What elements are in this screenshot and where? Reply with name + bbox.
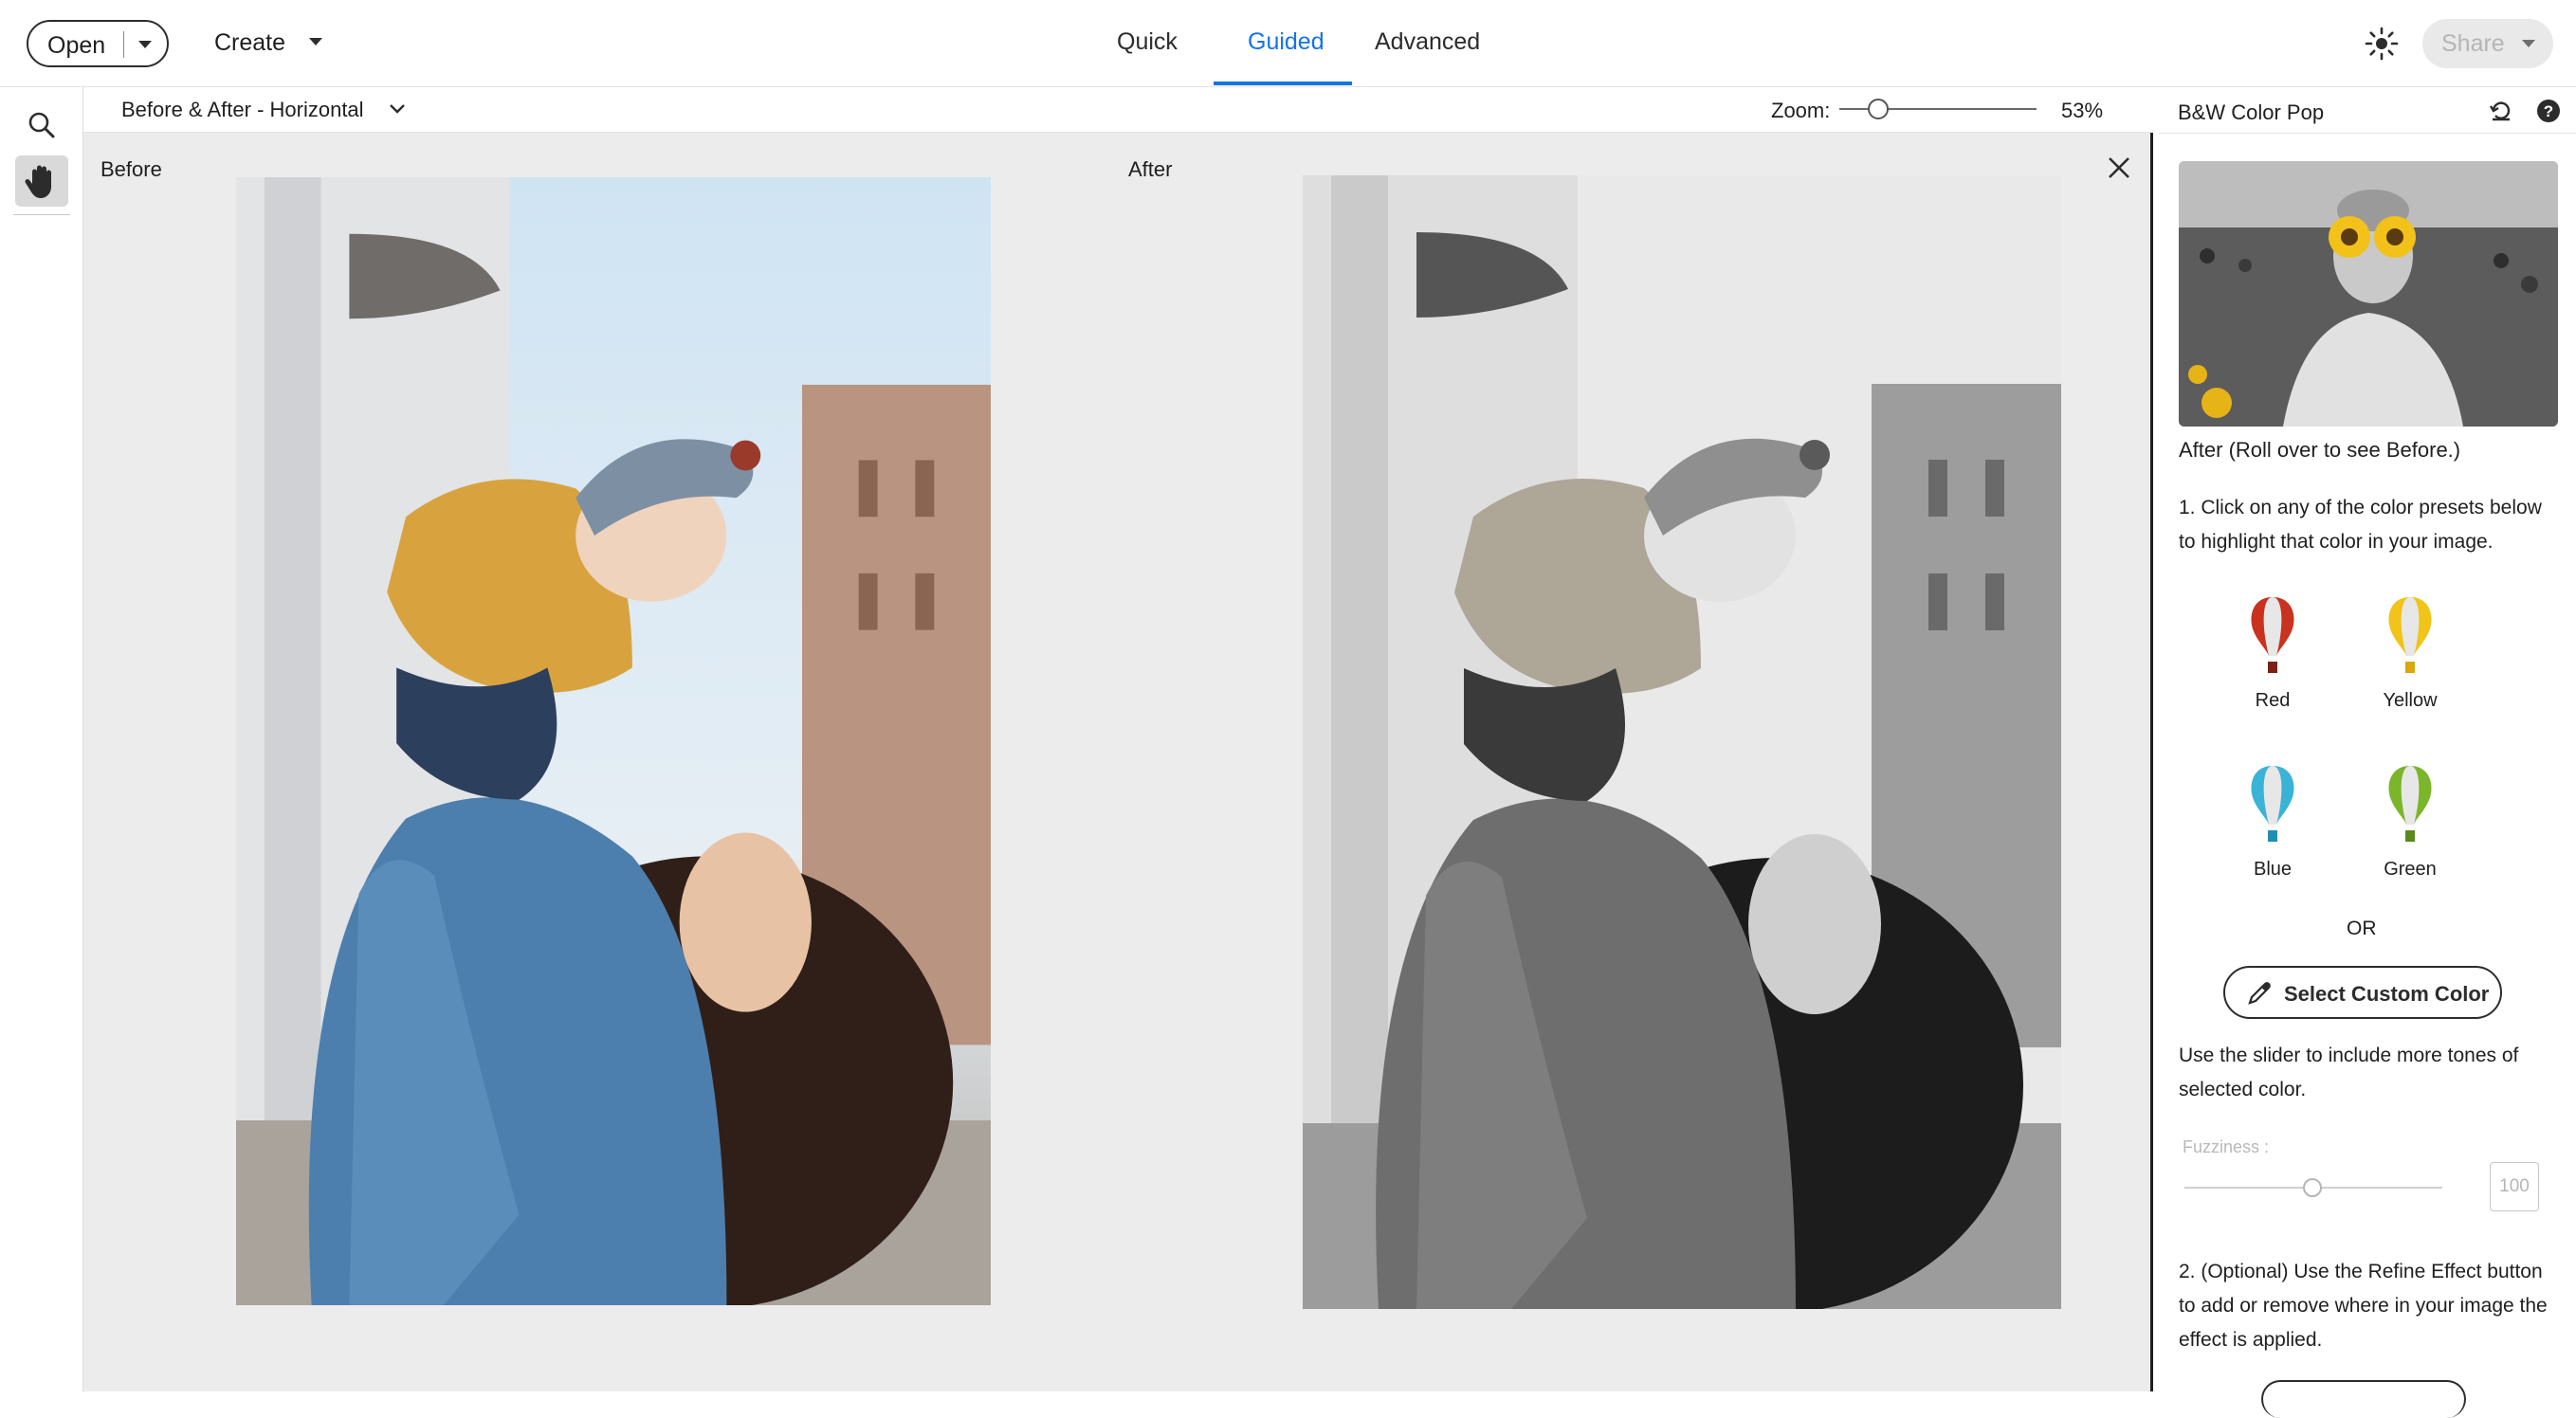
preset-green[interactable]: Green — [2353, 762, 2467, 881]
zoom-slider-thumb[interactable] — [1868, 99, 1889, 119]
eyedropper-icon — [2248, 982, 2271, 1005]
select-custom-color-button[interactable]: Select Custom Color — [2223, 966, 2502, 1019]
zoom-label: Zoom: — [1771, 99, 1831, 122]
svg-text:?: ? — [2544, 102, 2553, 120]
open-button-divider — [123, 31, 124, 58]
after-image[interactable] — [1303, 175, 2061, 1309]
preset-red[interactable]: Red — [2216, 593, 2329, 712]
balloon-icon — [2251, 766, 2294, 842]
or-separator: OR — [2347, 918, 2377, 939]
preview-caption: After (Roll over to see Before.) — [2179, 438, 2461, 462]
hand-tool-button[interactable] — [15, 155, 68, 207]
share-button[interactable]: Share — [2422, 19, 2553, 68]
view-mode-select[interactable]: Before & After - Horizontal — [121, 98, 364, 122]
after-label: After — [1128, 157, 1173, 181]
preset-blue[interactable]: Blue — [2216, 762, 2329, 881]
search-icon[interactable] — [23, 106, 61, 144]
balloon-icon — [2388, 766, 2432, 842]
tools-panel — [0, 87, 83, 1391]
panel-title: B&W Color Pop — [2178, 100, 2325, 124]
step-2-instructions: 2. (Optional) Use the Refine Effect butt… — [2179, 1261, 2548, 1351]
share-button-label: Share — [2441, 30, 2505, 57]
chevron-down-icon[interactable] — [387, 99, 408, 119]
tab-quick[interactable]: Quick — [1117, 28, 1178, 56]
create-dropdown-caret-icon[interactable] — [309, 38, 322, 45]
preset-yellow[interactable]: Yellow — [2353, 593, 2467, 712]
top-bar: Open Create Quick Guided Advanced Share — [0, 0, 2576, 87]
reset-icon[interactable] — [2489, 99, 2513, 123]
open-button-label: Open — [47, 32, 106, 59]
image-canvas: Before After — [83, 133, 2153, 1391]
close-icon[interactable] — [2107, 155, 2131, 180]
open-dropdown-caret-icon[interactable] — [138, 41, 152, 48]
tab-advanced[interactable]: Advanced — [1375, 28, 1480, 56]
slider-instructions: Use the slider to include more tones of … — [2179, 1045, 2519, 1100]
zoom-value: 53% — [2061, 99, 2104, 122]
sun-icon[interactable] — [2365, 27, 2399, 61]
preset-green-label: Green — [2384, 859, 2437, 880]
active-tab-indicator — [1214, 82, 1352, 85]
balloon-icon — [2388, 597, 2432, 673]
hand-icon — [25, 165, 51, 198]
panel-divider[interactable] — [2150, 133, 2153, 1391]
before-label: Before — [100, 157, 162, 181]
refine-effect-button[interactable] — [2261, 1380, 2466, 1418]
open-button[interactable]: Open — [27, 20, 169, 67]
fuzziness-value-field[interactable]: 100 — [2490, 1162, 2539, 1211]
help-icon[interactable]: ? — [2536, 99, 2561, 123]
step-1-instructions: 1. Click on any of the color presets bel… — [2179, 497, 2542, 553]
fuzziness-slider-thumb[interactable] — [2303, 1178, 2322, 1197]
preset-red-label: Red — [2255, 690, 2291, 711]
balloon-icon — [2251, 597, 2294, 673]
share-dropdown-caret-icon[interactable] — [2522, 40, 2535, 47]
create-menu[interactable]: Create — [214, 29, 285, 57]
before-image[interactable] — [235, 177, 992, 1305]
effect-preview-image[interactable] — [2179, 161, 2558, 427]
preset-yellow-label: Yellow — [2383, 690, 2438, 711]
view-options-bar: Before & After - Horizontal Zoom: 53% — [83, 87, 2150, 133]
fuzziness-label: Fuzziness : — [2183, 1137, 2270, 1156]
tool-divider — [13, 214, 70, 215]
guided-edit-panel: B&W Color Pop ? After (Roll over to see … — [2159, 87, 2576, 1418]
tab-guided[interactable]: Guided — [1248, 28, 1325, 56]
panel-header-divider — [2159, 133, 2576, 134]
select-custom-color-label: Select Custom Color — [2284, 982, 2490, 1006]
preset-blue-label: Blue — [2253, 859, 2293, 880]
